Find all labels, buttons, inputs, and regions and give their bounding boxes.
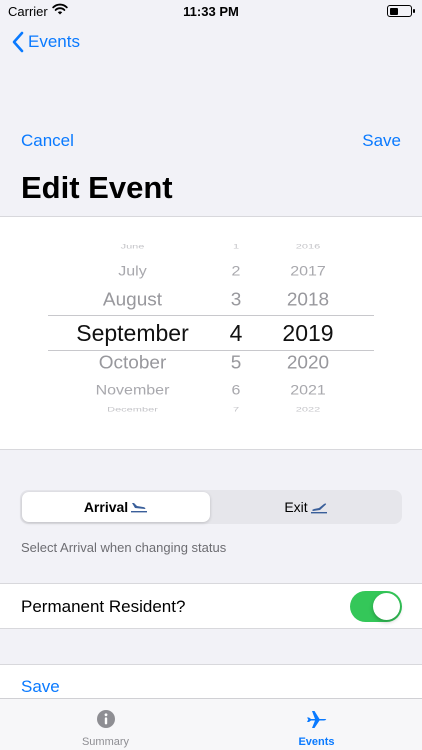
back-label: Events [28, 32, 80, 51]
segment-exit-label: Exit [284, 499, 308, 515]
picker-day: 2 [231, 264, 241, 279]
switch-knob [373, 593, 400, 620]
tab-summary[interactable]: Summary [0, 699, 211, 750]
picker-month: December [107, 406, 158, 414]
date-picker[interactable]: June 1 2016 July 2 2017 August 3 2018 September 4 2… [0, 216, 422, 450]
picker-row[interactable]: December 7 2022 [0, 404, 422, 434]
status-footnote: Select Arrival when changing status [21, 540, 227, 555]
status-segmented-control[interactable]: Arrival Exit [20, 490, 402, 524]
picker-day: 5 [230, 353, 242, 374]
picker-year: 2018 [286, 290, 330, 311]
picker-row-selected[interactable]: September 4 2019 [0, 320, 422, 350]
segment-arrival[interactable]: Arrival [22, 492, 210, 522]
chevron-left-icon [12, 31, 24, 53]
picker-day: 3 [230, 290, 242, 311]
info-icon [0, 709, 211, 734]
picker-year: 2019 [282, 320, 334, 346]
tab-summary-label: Summary [81, 736, 130, 748]
airplane-icon [211, 709, 422, 734]
picker-day: 4 [229, 320, 243, 346]
status-time: 11:33 PM [183, 4, 239, 19]
airplane-landing-icon [131, 503, 148, 513]
picker-year: 2022 [295, 406, 321, 414]
back-button[interactable]: Events [12, 31, 80, 53]
picker-row[interactable]: August 3 2018 [0, 290, 422, 320]
picker-row[interactable]: July 2 2017 [0, 263, 422, 293]
picker-month: October [98, 353, 167, 374]
picker-day: 1 [232, 243, 240, 251]
battery-icon [387, 5, 415, 17]
page-title: Edit Event [21, 170, 173, 205]
picker-year: 2016 [295, 243, 321, 251]
tab-events-label: Events [298, 736, 335, 748]
picker-month: June [120, 243, 145, 251]
picker-month: September [76, 320, 189, 346]
save-row-button[interactable]: Save [21, 677, 60, 697]
tab-events[interactable]: Events [211, 699, 422, 750]
picker-month: November [95, 383, 170, 398]
picker-selection-bottom-line [48, 350, 374, 351]
picker-year: 2020 [286, 353, 330, 374]
picker-month: August [102, 290, 163, 311]
airplane-takeoff-icon [310, 503, 327, 514]
status-bar: Carrier 11:33 PM [0, 0, 422, 24]
permanent-resident-switch[interactable] [350, 591, 402, 622]
picker-year: 2021 [290, 383, 326, 398]
segment-exit[interactable]: Exit [212, 492, 400, 522]
permanent-resident-label: Permanent Resident? [21, 597, 186, 616]
picker-day: 7 [232, 406, 240, 414]
picker-day: 6 [231, 383, 241, 398]
tab-bar: Summary Events [0, 698, 422, 750]
picker-year: 2017 [290, 264, 326, 279]
cancel-button[interactable]: Cancel [21, 131, 74, 151]
segment-arrival-label: Arrival [83, 499, 129, 515]
permanent-resident-row: Permanent Resident? [0, 583, 422, 629]
picker-row[interactable]: October 5 2020 [0, 353, 422, 383]
picker-month: July [118, 264, 147, 279]
save-button[interactable]: Save [362, 131, 401, 151]
